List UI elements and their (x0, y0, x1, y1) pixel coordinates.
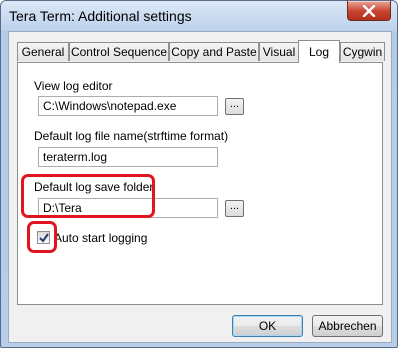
dialog-client-area: General Control Sequence Copy and Paste … (8, 31, 392, 343)
close-button[interactable] (347, 1, 391, 21)
close-icon (362, 5, 376, 17)
window-title: Tera Term: Additional settings (9, 8, 192, 24)
tab-copy-and-paste[interactable]: Copy and Paste (169, 42, 259, 61)
auto-start-highlight (27, 221, 57, 253)
cancel-button[interactable]: Abbrechen (312, 315, 383, 337)
save-folder-highlight (21, 174, 155, 218)
view-log-editor-field[interactable]: C:\Windows\notepad.exe (38, 96, 218, 116)
tab-log[interactable]: Log (298, 40, 340, 63)
default-log-filename-label: Default log file name(strftime format) (34, 129, 229, 143)
view-log-editor-label: View log editor (34, 79, 113, 93)
auto-start-logging-label[interactable]: Auto start logging (54, 231, 147, 245)
tab-general[interactable]: General (17, 42, 69, 61)
view-log-editor-browse-button[interactable]: ... (225, 98, 244, 115)
default-log-save-folder-browse-button[interactable]: ... (225, 200, 244, 217)
log-tab-panel: View log editor C:\Windows\notepad.exe .… (17, 62, 383, 305)
default-log-filename-field[interactable]: teraterm.log (38, 147, 218, 167)
tab-strip: General Control Sequence Copy and Paste … (17, 40, 387, 63)
ok-button[interactable]: OK (232, 315, 303, 337)
dialog-window: Tera Term: Additional settings General C… (0, 0, 398, 348)
tab-control-sequence[interactable]: Control Sequence (69, 42, 169, 61)
tab-visual[interactable]: Visual (259, 42, 299, 61)
tab-cygwin[interactable]: Cygwin (340, 42, 385, 61)
title-bar[interactable]: Tera Term: Additional settings (1, 1, 397, 31)
